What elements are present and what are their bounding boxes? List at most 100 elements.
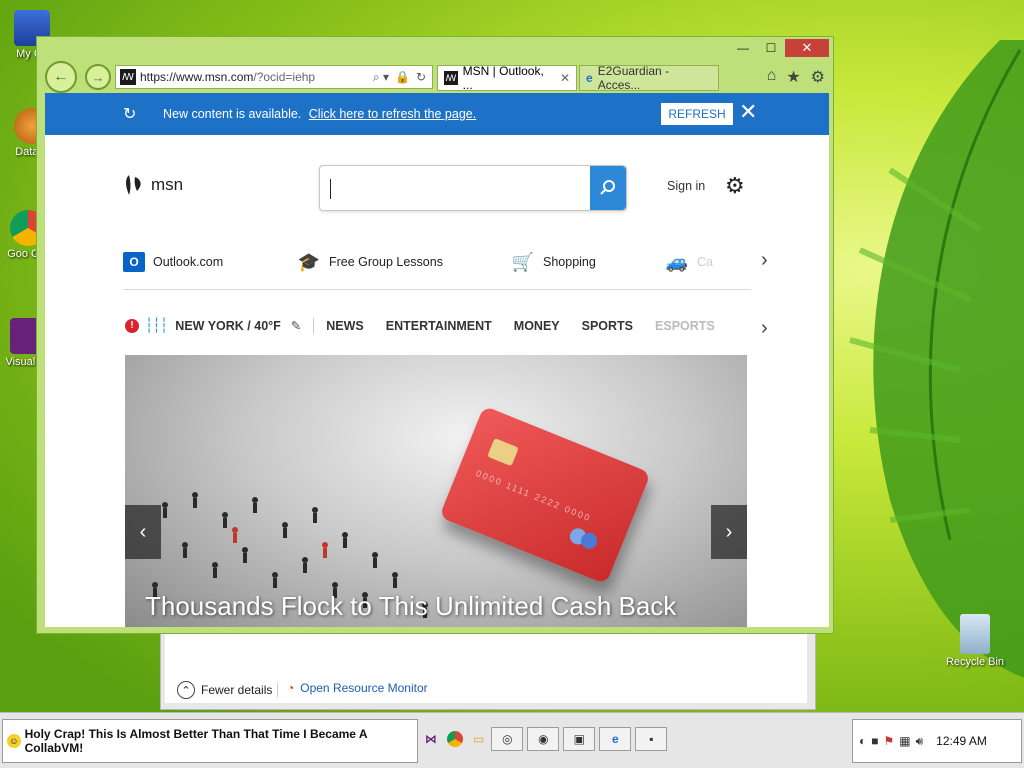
- quick-link-label: Outlook.com: [153, 255, 224, 269]
- fewer-details-label: Fewer details: [201, 683, 273, 697]
- network-icon[interactable]: ◉: [527, 727, 560, 751]
- msn-favicon: ꟿ: [444, 71, 458, 85]
- forward-arrow-icon: →: [91, 69, 105, 85]
- flag-icon[interactable]: ⚑: [884, 734, 895, 748]
- tab-close-icon[interactable]: ✕: [560, 71, 570, 85]
- divider: [313, 317, 315, 334]
- cmd-icon[interactable]: ▪: [635, 727, 668, 751]
- graduation-cap-icon: 🎓: [297, 251, 321, 272]
- recycle-bin-icon: [960, 614, 990, 654]
- task-manager-body: ⌃ Fewer details ◔ Open Resource Monitor: [165, 633, 807, 703]
- volume-icon[interactable]: 🔊︎: [916, 734, 924, 749]
- settings-gear-icon[interactable]: ⚙: [811, 67, 825, 87]
- msn-butterfly-icon: [126, 175, 141, 195]
- divider: [123, 289, 751, 290]
- car-icon: 🚙: [665, 251, 689, 272]
- search-button[interactable]: [590, 166, 626, 210]
- search-icon: [600, 180, 615, 195]
- nav-esports[interactable]: ESPORTS: [655, 319, 715, 333]
- quick-link-free-group-lessons[interactable]: 🎓 Free Group Lessons: [297, 251, 511, 273]
- chevron-up-icon: ⌃: [177, 681, 195, 699]
- open-resource-monitor-link[interactable]: ◔ Open Resource Monitor: [287, 681, 428, 695]
- folder-icon[interactable]: ▭: [470, 727, 487, 751]
- refresh-icon[interactable]: ↻: [416, 70, 426, 85]
- close-button[interactable]: ✕: [785, 39, 829, 57]
- taskbar-apps: ⋈ ▭ ◎ ◉ ▣ e ▪: [422, 727, 668, 751]
- carousel-prev-button[interactable]: ‹: [125, 505, 161, 559]
- quick-link-cars[interactable]: 🚙 Ca: [665, 251, 725, 273]
- quick-links: O Outlook.com 🎓 Free Group Lessons 🛒 Sho…: [123, 251, 753, 273]
- carousel-next-button[interactable]: ›: [711, 505, 747, 559]
- quick-link-shopping[interactable]: 🛒 Shopping: [511, 251, 665, 273]
- app-icon[interactable]: ◎: [491, 727, 524, 751]
- weather-alert-icon[interactable]: !: [125, 318, 139, 333]
- rain-icon: ┆┆┆: [145, 317, 168, 333]
- category-nav: ! ┆┆┆ NEW YORK / 40°F ✎ NEWS ENTERTAINME…: [125, 317, 737, 334]
- tray-box-icon[interactable]: ■: [871, 734, 878, 748]
- back-button[interactable]: ←: [45, 61, 77, 93]
- sign-in-link[interactable]: Sign in: [667, 179, 705, 193]
- window-icon[interactable]: ▣: [563, 727, 596, 751]
- nav-news[interactable]: NEWS: [326, 319, 364, 333]
- tab-title: E2Guardian - Acces...: [597, 64, 670, 92]
- favorites-star-icon[interactable]: ★: [786, 67, 800, 87]
- ie-icon[interactable]: e: [599, 727, 632, 751]
- address-url: https://www.msn.com/?ocid=iehp: [140, 70, 315, 84]
- window-controls: — ☐ ✕: [729, 39, 829, 57]
- smiley-icon: ☺: [7, 734, 21, 748]
- msn-logo[interactable]: msn: [123, 173, 183, 197]
- resource-monitor-label: Open Resource Monitor: [300, 681, 428, 695]
- minimize-button[interactable]: —: [729, 39, 757, 57]
- maximize-button[interactable]: ☐: [757, 39, 785, 57]
- page-viewport: ↻ New content is available. Click here t…: [45, 93, 829, 627]
- quick-link-label: Shopping: [543, 255, 596, 269]
- clock[interactable]: 12:49 AM: [936, 734, 987, 748]
- hero-carousel[interactable]: 0000 1111 2222 0000 ‹ › Thousands Flock …: [125, 355, 747, 627]
- quick-link-outlook[interactable]: O Outlook.com: [123, 252, 297, 272]
- divider: [277, 683, 278, 697]
- weather-location[interactable]: NEW YORK / 40°F: [175, 319, 280, 333]
- quick-link-label: Ca: [697, 255, 713, 269]
- tab-title: MSN | Outlook, ...: [462, 64, 544, 92]
- address-bar[interactable]: ꟿ https://www.msn.com/?ocid=iehp ⌕ ▾ 🔒 ↻: [115, 65, 433, 89]
- cart-icon: 🛒: [511, 251, 535, 272]
- ie-favicon: e: [586, 71, 593, 85]
- outlook-icon: O: [123, 252, 145, 272]
- fewer-details-button[interactable]: ⌃ Fewer details: [177, 681, 272, 699]
- tab-msn[interactable]: ꟿ MSN | Outlook, ... ✕: [437, 64, 577, 92]
- browser-window: — ☐ ✕ ← → ꟿ https://www.msn.com/?ocid=ie…: [36, 36, 834, 634]
- search-input[interactable]: [319, 165, 627, 211]
- network-tray-icon[interactable]: ▦: [899, 734, 910, 748]
- refresh-button[interactable]: REFRESH: [661, 103, 733, 125]
- chevron-right-icon[interactable]: ›: [761, 317, 768, 340]
- tab-e2guardian[interactable]: e E2Guardian - Acces...: [579, 64, 719, 92]
- text-caret: [330, 179, 331, 199]
- nav-sports[interactable]: SPORTS: [582, 319, 633, 333]
- lock-icon[interactable]: 🔒: [395, 70, 410, 85]
- chrome-icon[interactable]: [444, 727, 466, 751]
- card-chip: [487, 438, 519, 467]
- steam-icon[interactable]: ◐: [859, 734, 866, 748]
- notification-text: New content is available.: [163, 107, 302, 121]
- refresh-page-link[interactable]: Click here to refresh the page.: [309, 107, 476, 121]
- quick-link-label: Free Group Lessons: [329, 255, 443, 269]
- nav-entertainment[interactable]: ENTERTAINMENT: [386, 319, 492, 333]
- notification-message: New content is available. Click here to …: [163, 107, 476, 121]
- msn-logo-text: msn: [151, 175, 184, 194]
- url-path: /?ocid=iehp: [253, 70, 316, 84]
- taskbar: ☺ Holy Crap! This Is Almost Better Than …: [0, 712, 1024, 768]
- hero-headline[interactable]: Thousands Flock to This Unlimited Cash B…: [145, 591, 676, 622]
- edit-pencil-icon[interactable]: ✎: [291, 318, 301, 333]
- visual-studio-icon[interactable]: ⋈: [422, 727, 440, 751]
- desktop-icon-recycle-bin[interactable]: Recycle Bin: [942, 614, 1008, 668]
- nav-money[interactable]: MONEY: [514, 319, 560, 333]
- forward-button[interactable]: →: [85, 64, 111, 90]
- close-notification-icon[interactable]: ✕: [739, 101, 757, 123]
- banner-text: Holy Crap! This Is Almost Better Than Th…: [24, 727, 368, 755]
- desktop-icon-label: Recycle Bin: [945, 656, 1005, 668]
- url-host: https://www.msn.com: [140, 70, 254, 84]
- settings-gear-icon[interactable]: ⚙: [725, 173, 745, 199]
- search-dropdown-icon[interactable]: ⌕ ▾: [373, 70, 389, 85]
- home-icon[interactable]: ⌂: [767, 67, 777, 87]
- chevron-right-icon[interactable]: ›: [761, 249, 768, 272]
